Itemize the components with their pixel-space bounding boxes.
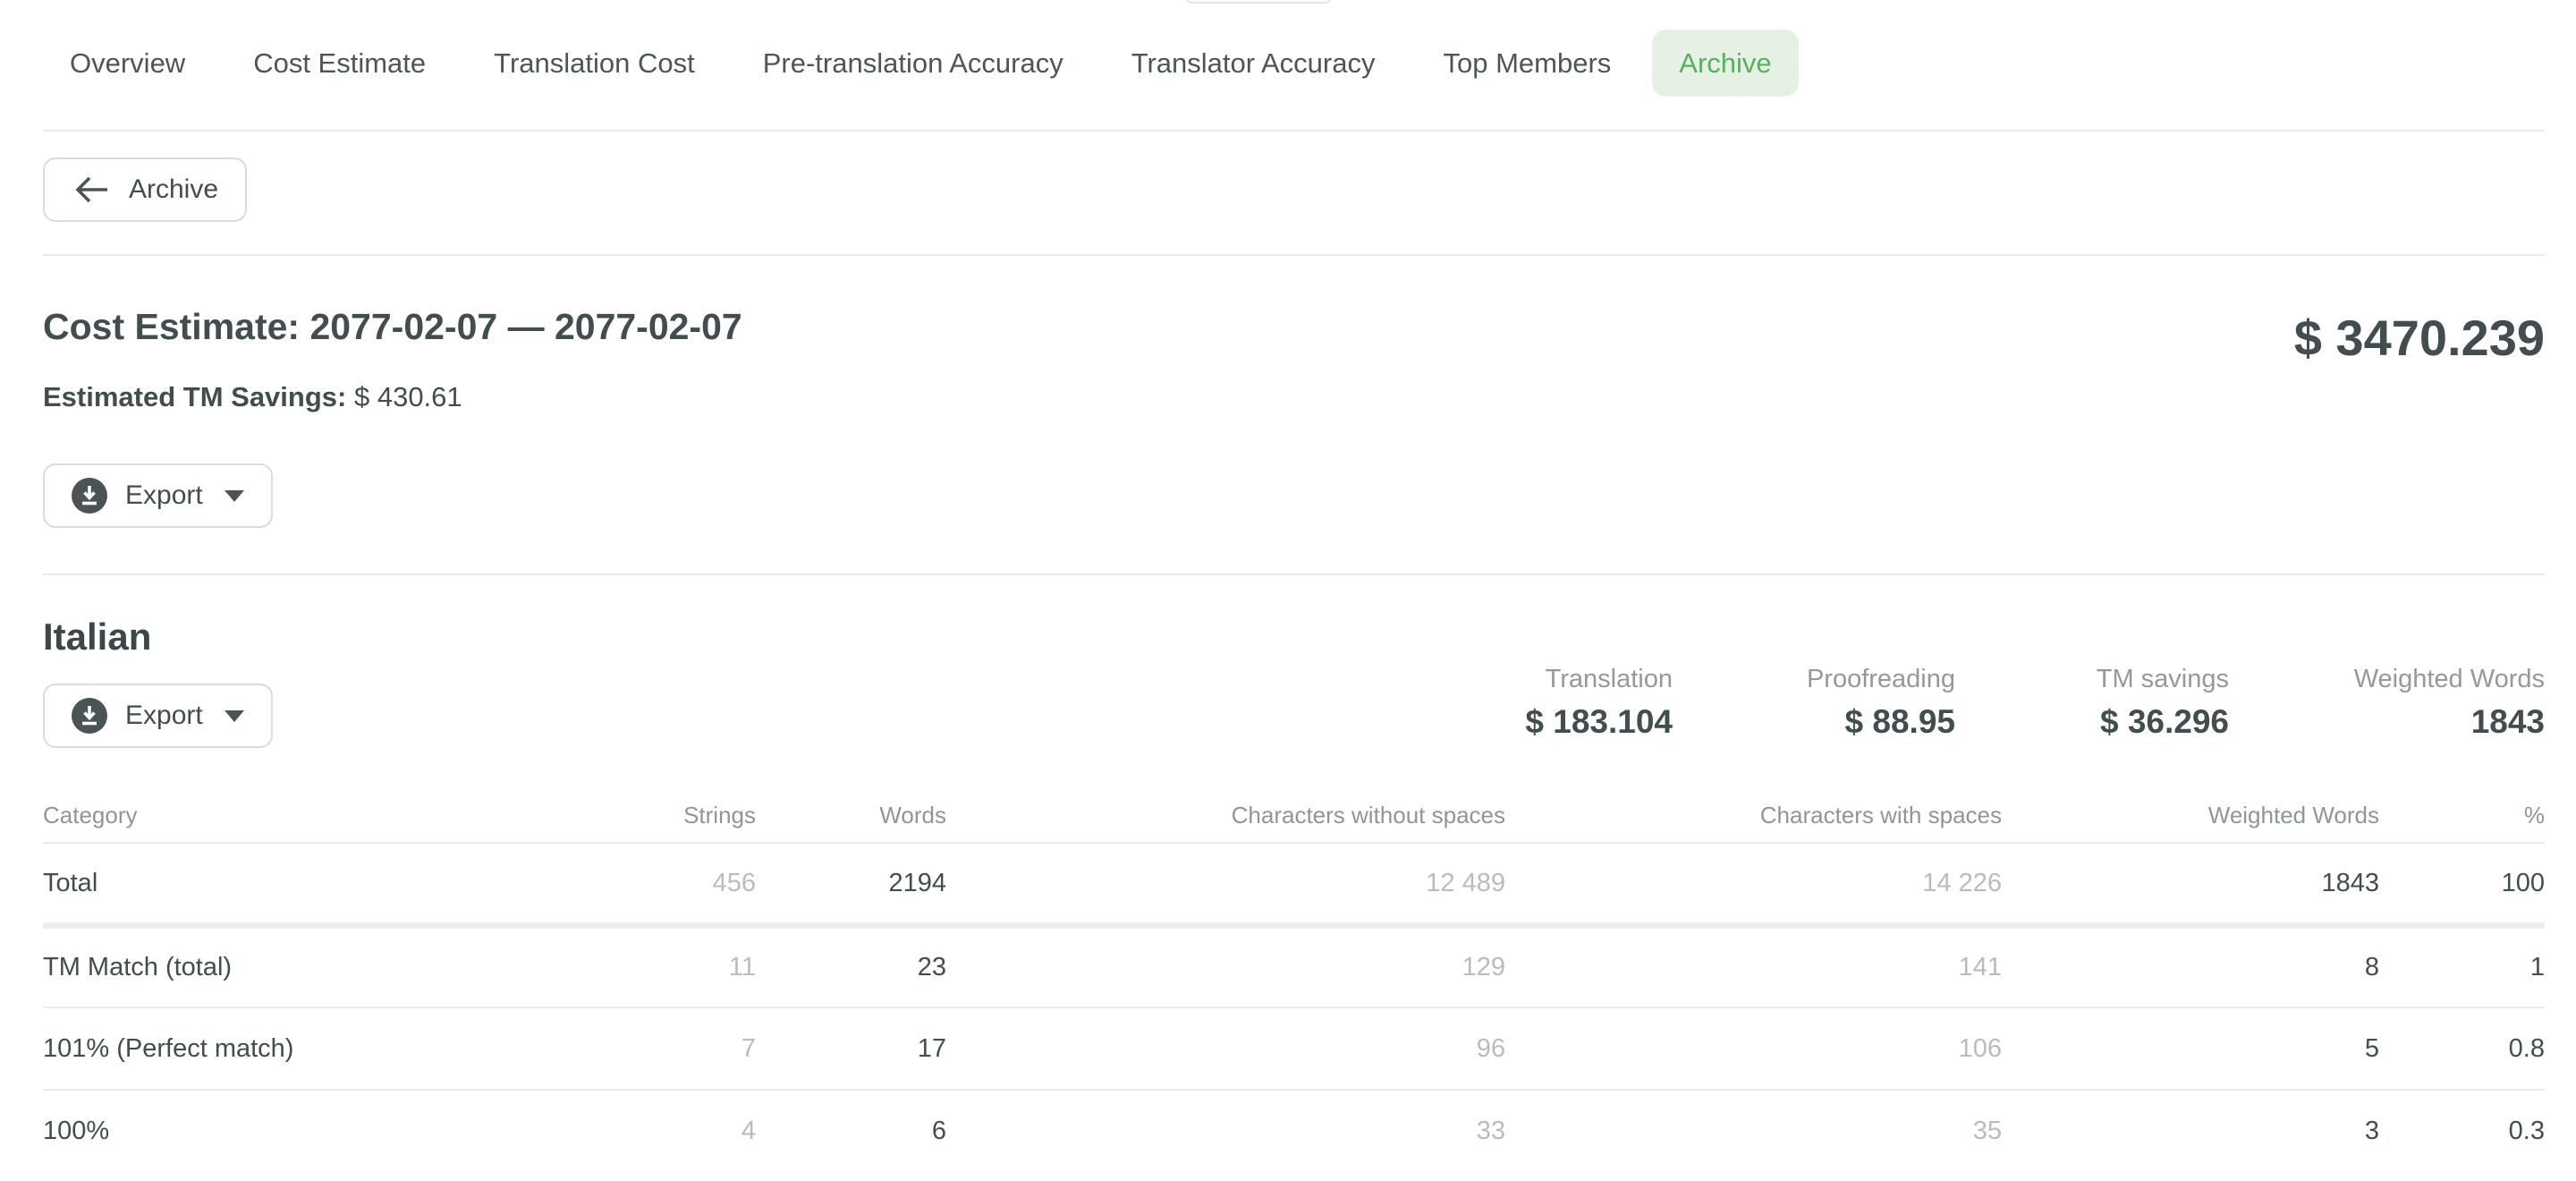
tab-translation-cost[interactable]: Translation Cost [467,30,722,97]
tab-cost-estimate[interactable]: Cost Estimate [226,30,453,97]
table-row-tm-match: TM Match (total) 11 23 129 141 8 1 [43,925,2545,1007]
tab-pre-translation-accuracy[interactable]: Pre-translation Accuracy [736,30,1090,97]
table-header-row: Category Strings Words Characters withou… [43,802,2545,843]
language-stats: Translation $ 183.104 Proofreading $ 88.… [1404,663,2545,743]
cell-chars-with: 106 [1505,1007,2002,1090]
language-section: Italian Export Translation $ 183.104 [0,575,2576,1172]
cell-percent: 0.3 [2379,1090,2545,1172]
col-category: Category [43,802,544,843]
language-export-button[interactable]: Export [43,684,273,748]
total-cost-amount: $ 3470.239 [2294,309,2545,367]
cell-words: 6 [756,1090,946,1172]
cell-chars-without: 96 [946,1007,1505,1090]
cell-category: 100% [43,1090,544,1172]
chevron-down-icon [225,490,244,502]
table-row-100: 100% 4 6 33 35 3 0.3 [43,1090,2545,1172]
cell-category: TM Match (total) [43,925,544,1007]
col-chars-with-spaces: Characters with spaces [1505,802,2002,843]
tab-archive[interactable]: Archive [1652,30,1798,97]
cell-strings: 4 [544,1090,756,1172]
table-row-total: Total 456 2194 12 489 14 226 1843 100 [43,843,2545,925]
cell-weighted: 1843 [2002,843,2379,925]
cell-chars-with: 14 226 [1505,843,2002,925]
divider [43,130,2545,132]
back-button-label: Archive [129,174,218,205]
cell-strings: 7 [544,1007,756,1090]
cell-weighted: 3 [2002,1090,2379,1172]
table-row-101-perfect-match: 101% (Perfect match) 7 17 96 106 5 0.8 [43,1007,2545,1090]
cell-words: 17 [756,1007,946,1090]
tab-translator-accuracy[interactable]: Translator Accuracy [1105,30,1402,97]
cell-chars-without: 12 489 [946,843,1505,925]
stat-proofreading: Proofreading $ 88.95 [1673,663,1955,743]
cell-chars-without: 129 [946,925,1505,1007]
chevron-down-icon [225,710,244,722]
tab-top-members[interactable]: Top Members [1416,30,1638,97]
cell-percent: 100 [2379,843,2545,925]
tm-savings-value: $ 430.61 [354,381,462,412]
language-title: Italian [43,616,273,658]
col-weighted-words: Weighted Words [2002,802,2379,843]
cell-words: 23 [756,925,946,1007]
cell-percent: 0.8 [2379,1007,2545,1090]
col-words: Words [756,802,946,843]
report-tabs: Overview Cost Estimate Translation Cost … [0,0,2576,97]
tm-savings-line: Estimated TM Savings: $ 430.61 [43,381,742,413]
stat-translation: Translation $ 183.104 [1404,663,1673,743]
download-circle-icon [72,478,107,514]
report-page: Overview Cost Estimate Translation Cost … [0,0,2576,1181]
col-percent: % [2379,802,2545,843]
cell-category: 101% (Perfect match) [43,1007,544,1090]
col-chars-without-spaces: Characters without spaces [946,802,1505,843]
cell-chars-with: 141 [1505,925,2002,1007]
tm-savings-label: Estimated TM Savings: [43,381,346,412]
export-button[interactable]: Export [43,463,273,528]
download-circle-icon [72,698,107,734]
stat-weighted-words: Weighted Words 1843 [2229,663,2545,743]
cell-strings: 11 [544,925,756,1007]
cell-category: Total [43,843,544,925]
col-strings: Strings [544,802,756,843]
cutoff-top-element [1185,0,1332,4]
cell-words: 2194 [756,843,946,925]
cell-percent: 1 [2379,925,2545,1007]
export-button-label: Export [125,701,203,731]
export-button-label: Export [125,480,203,511]
cell-weighted: 8 [2002,925,2379,1007]
cell-strings: 456 [544,843,756,925]
tab-overview[interactable]: Overview [43,30,212,97]
cell-chars-with: 35 [1505,1090,2002,1172]
cost-estimate-summary: Cost Estimate: 2077-02-07 — 2077-02-07 E… [0,256,2576,528]
page-title: Cost Estimate: 2077-02-07 — 2077-02-07 [43,303,742,351]
stat-tm-savings: TM savings $ 36.296 [1955,663,2229,743]
archive-back-button[interactable]: Archive [43,157,247,222]
cell-weighted: 5 [2002,1007,2379,1090]
cell-chars-without: 33 [946,1090,1505,1172]
arrow-left-icon [72,174,111,205]
cost-breakdown-table: Category Strings Words Characters withou… [43,802,2545,1172]
